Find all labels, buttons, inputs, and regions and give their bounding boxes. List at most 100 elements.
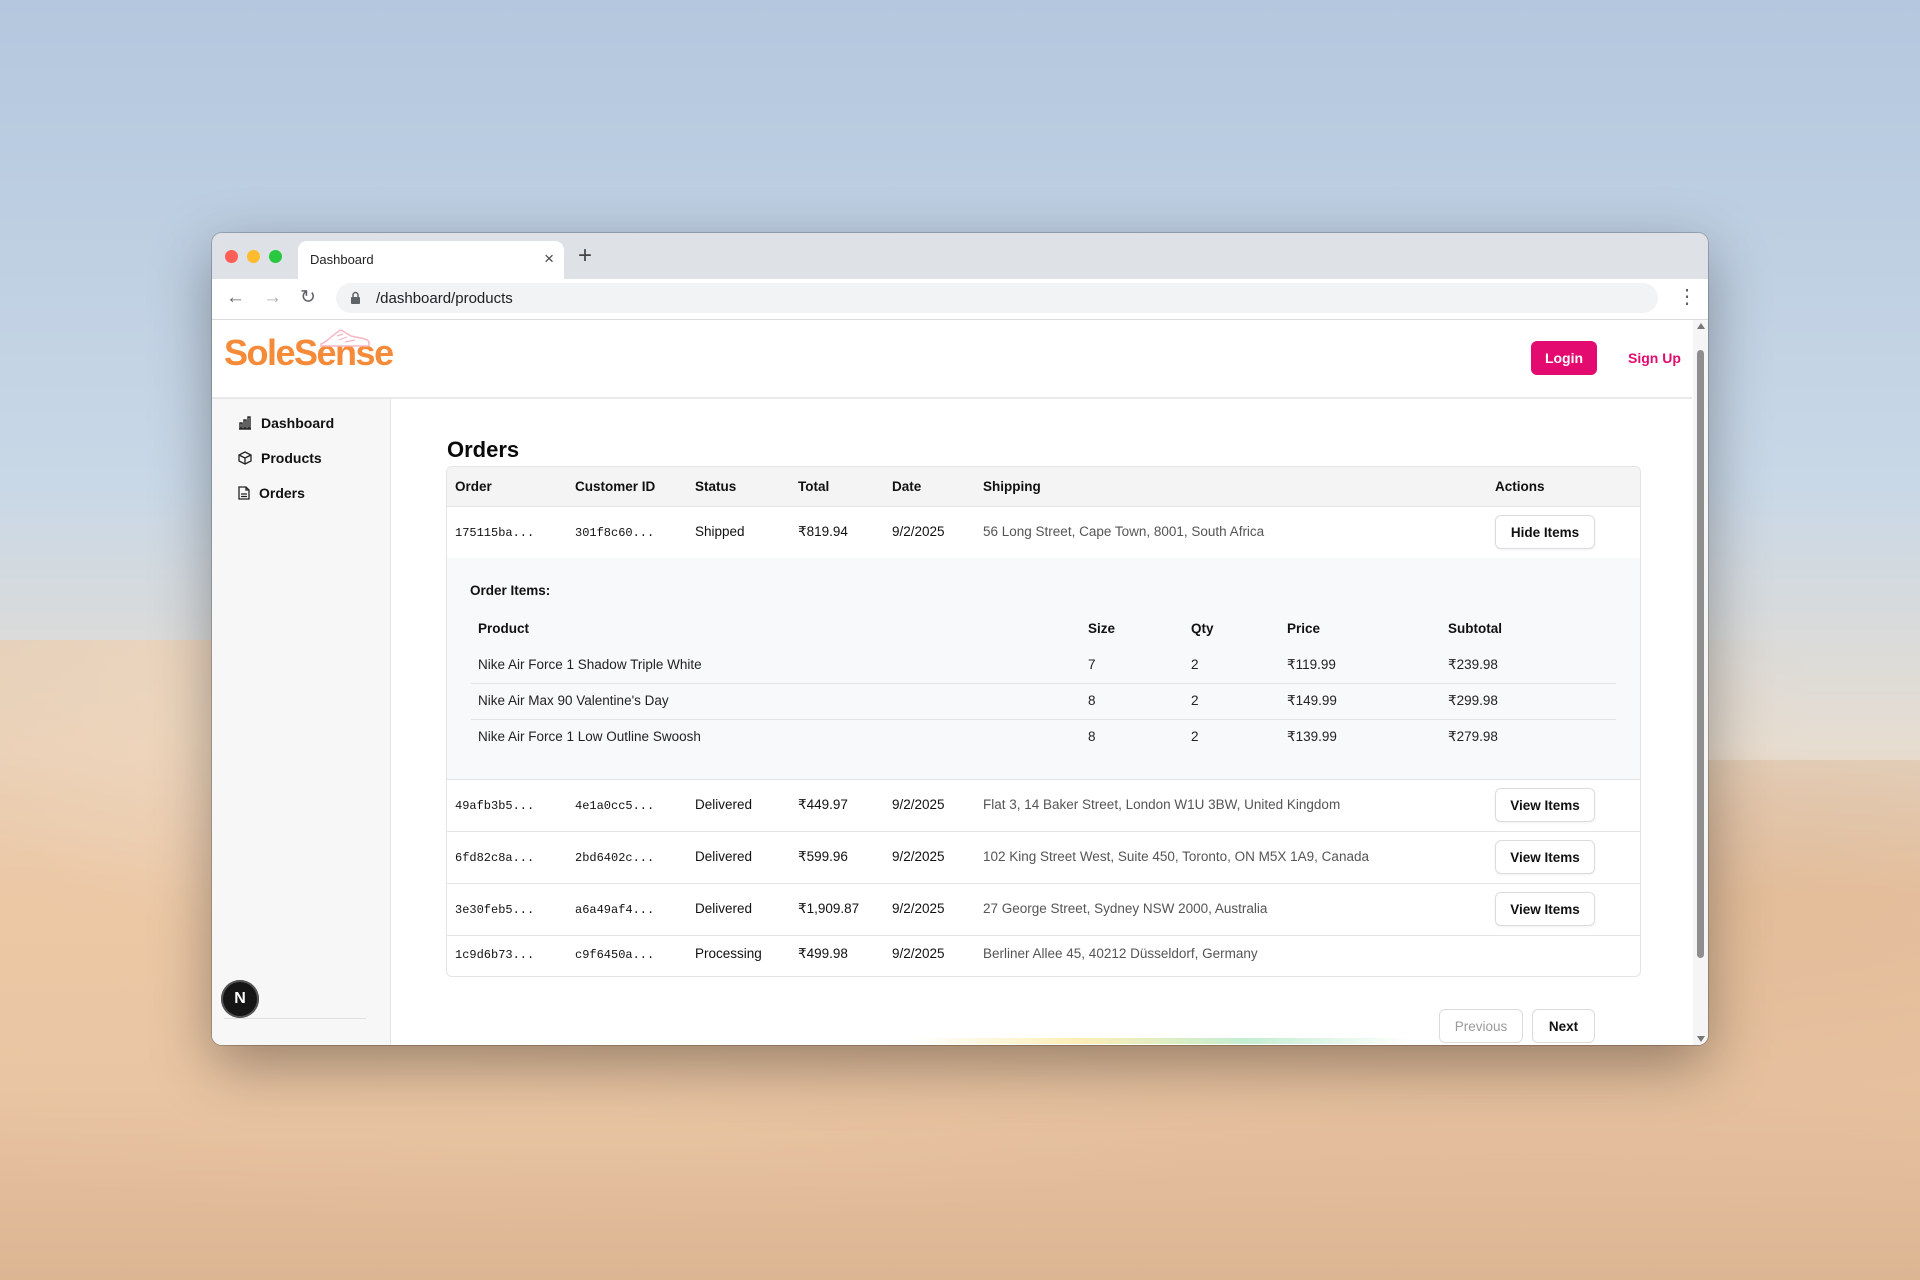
sidebar-item-label: Products [261, 450, 322, 466]
window-bottom-glow [912, 1038, 1412, 1044]
shipping-address: Flat 3, 14 Baker Street, London W1U 3BW,… [983, 797, 1341, 812]
column-header: Customer ID [575, 479, 656, 494]
shoe-logo-icon [320, 329, 370, 347]
orders-table: Order Customer ID Status Total Date Ship… [446, 466, 1641, 977]
items-column-header: Price [1287, 621, 1321, 636]
orders-table-header: Order Customer ID Status Total Date Ship… [447, 467, 1640, 507]
items-column-header: Subtotal [1448, 621, 1502, 636]
item-subtotal: ₹239.98 [1448, 657, 1498, 672]
customer-id: 2bd6402c... [575, 851, 655, 865]
shipping-address: Berliner Allee 45, 40212 Düsseldorf, Ger… [983, 946, 1258, 961]
page-title: Orders [447, 437, 520, 462]
order-items-panel: Order Items: Product Size Qty Price Subt… [447, 558, 1640, 780]
browser-window: Dashboard × + ← → ↻ /dashboard/products … [212, 233, 1708, 1045]
next-dev-badge[interactable]: N [221, 980, 259, 1018]
item-product: Nike Air Force 1 Shadow Triple White [478, 657, 702, 672]
item-product: Nike Air Force 1 Low Outline Swoosh [478, 729, 701, 744]
status-text: Delivered [695, 849, 753, 864]
shipping-address: 27 George Street, Sydney NSW 2000, Austr… [983, 901, 1268, 916]
status-text: Delivered [695, 901, 753, 916]
signup-link[interactable]: Sign Up [1628, 350, 1681, 366]
page-viewport: SoleSense Login Sign Up Dashboard Produc… [212, 320, 1692, 1045]
order-id: 6fd82c8a... [455, 851, 535, 865]
sidebar-item-orders[interactable]: Orders [238, 482, 305, 504]
order-date: 9/2/2025 [892, 524, 945, 539]
item-product: Nike Air Max 90 Valentine's Day [478, 693, 669, 708]
status-text: Delivered [695, 797, 753, 812]
reload-icon[interactable]: ↻ [300, 287, 316, 309]
table-row: 175115ba... 301f8c60... Shipped ₹819.94 … [447, 507, 1640, 559]
minimize-window-button[interactable] [247, 250, 260, 263]
previous-page-button[interactable]: Previous [1439, 1009, 1523, 1043]
customer-id: c9f6450a... [575, 948, 655, 962]
order-id: 1c9d6b73... [455, 948, 535, 962]
scroll-up-arrow-icon[interactable] [1697, 323, 1705, 329]
document-icon [238, 486, 250, 500]
next-page-button[interactable]: Next [1532, 1009, 1595, 1043]
order-item-row: Nike Air Max 90 Valentine's Day 8 2 ₹149… [471, 683, 1616, 720]
view-items-button[interactable]: View Items [1495, 892, 1595, 926]
customer-id: a6a49af4... [575, 903, 655, 917]
main-content: Orders Order Customer ID Status Total Da… [390, 399, 1692, 1045]
item-size: 8 [1088, 729, 1096, 744]
order-total: ₹819.94 [798, 524, 848, 539]
customer-id: 4e1a0cc5... [575, 799, 655, 813]
page-scrollbar[interactable] [1693, 320, 1708, 1045]
order-item-row: Nike Air Force 1 Shadow Triple White 7 2… [471, 647, 1616, 684]
item-price: ₹149.99 [1287, 693, 1337, 708]
order-total: ₹599.96 [798, 849, 848, 864]
order-items-title: Order Items: [470, 583, 551, 598]
browser-menu-icon[interactable]: ⋮ [1677, 286, 1697, 308]
order-item-row: Nike Air Force 1 Low Outline Swoosh 8 2 … [471, 719, 1616, 755]
address-bar[interactable]: /dashboard/products [336, 283, 1658, 313]
item-qty: 2 [1191, 693, 1199, 708]
scroll-down-arrow-icon[interactable] [1697, 1036, 1705, 1042]
column-header: Shipping [983, 479, 1041, 494]
order-date: 9/2/2025 [892, 797, 945, 812]
url-text[interactable]: /dashboard/products [376, 290, 513, 307]
scrollbar-thumb[interactable] [1697, 350, 1704, 958]
order-id: 175115ba... [455, 526, 535, 540]
view-items-button[interactable]: View Items [1495, 840, 1595, 874]
sidebar-divider [224, 1018, 366, 1019]
login-button[interactable]: Login [1531, 341, 1597, 375]
sidebar-item-products[interactable]: Products [238, 447, 322, 469]
lock-icon [351, 291, 360, 304]
status-text: Shipped [695, 524, 745, 539]
app-header: SoleSense Login Sign Up [212, 320, 1692, 399]
column-header: Date [892, 479, 922, 494]
order-total: ₹449.97 [798, 797, 848, 812]
bar-chart-icon [239, 416, 251, 430]
back-arrow-icon[interactable]: ← [226, 287, 245, 309]
order-total: ₹499.98 [798, 946, 848, 961]
item-qty: 2 [1191, 657, 1199, 672]
table-row: 49afb3b5... 4e1a0cc5... Delivered ₹449.9… [447, 780, 1640, 832]
table-row: 1c9d6b73... c9f6450a... Processing ₹499.… [447, 936, 1640, 976]
order-date: 9/2/2025 [892, 849, 945, 864]
tab-close-icon[interactable]: × [544, 249, 554, 269]
customer-id: 301f8c60... [575, 526, 655, 540]
items-column-header: Size [1088, 621, 1116, 636]
column-header: Total [798, 479, 830, 494]
maximize-window-button[interactable] [269, 250, 282, 263]
sidebar-item-dashboard[interactable]: Dashboard [238, 412, 334, 434]
table-row: 3e30feb5... a6a49af4... Delivered ₹1,909… [447, 884, 1640, 936]
forward-arrow-icon[interactable]: → [263, 287, 282, 309]
items-column-header: Qty [1191, 621, 1214, 636]
table-row: 6fd82c8a... 2bd6402c... Delivered ₹599.9… [447, 832, 1640, 884]
close-window-button[interactable] [225, 250, 238, 263]
item-size: 7 [1088, 657, 1096, 672]
item-subtotal: ₹299.98 [1448, 693, 1498, 708]
order-total: ₹1,909.87 [798, 901, 860, 916]
view-items-button[interactable]: View Items [1495, 788, 1595, 822]
order-id: 3e30feb5... [455, 903, 535, 917]
sidebar: Dashboard Products Orders N [212, 399, 391, 1045]
tab-title: Dashboard [310, 252, 374, 267]
new-tab-icon[interactable]: + [578, 241, 592, 271]
item-price: ₹119.99 [1287, 657, 1336, 672]
column-header: Status [695, 479, 737, 494]
hide-items-button[interactable]: Hide Items [1495, 515, 1595, 549]
item-price: ₹139.99 [1287, 729, 1337, 744]
browser-toolbar: ← → ↻ /dashboard/products ⋮ [212, 279, 1708, 320]
browser-tab[interactable]: Dashboard × [298, 241, 564, 279]
